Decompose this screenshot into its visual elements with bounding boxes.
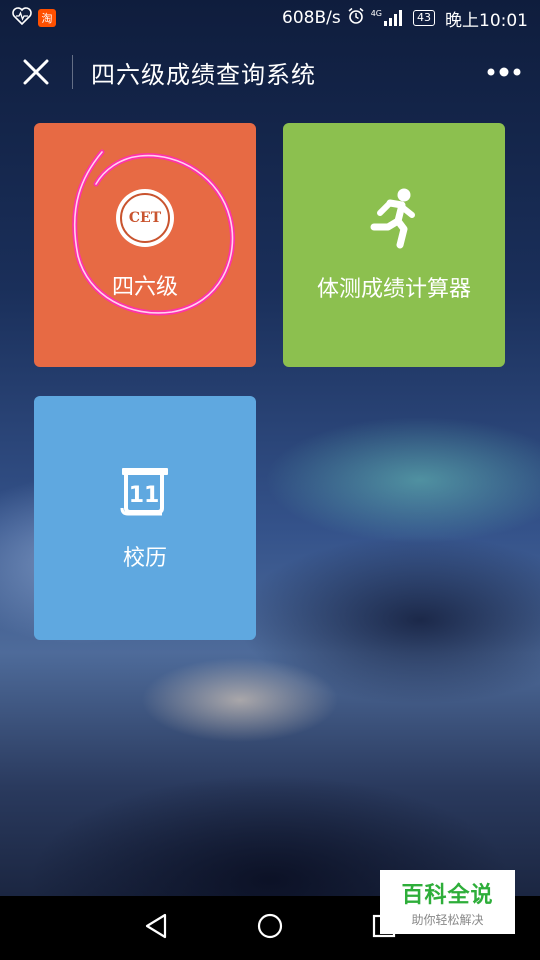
tile-fitness-calculator[interactable]: 体测成绩计算器: [283, 123, 505, 367]
more-button[interactable]: [468, 36, 540, 108]
status-bar: 淘 608B/s 4G 43 晚上10:01: [0, 0, 540, 36]
more-dots-icon: [487, 67, 521, 77]
nav-divider: [72, 55, 73, 89]
taobao-app-icon: 淘: [38, 9, 56, 27]
close-button[interactable]: [0, 36, 72, 108]
watermark-title: 百科全说: [401, 882, 494, 908]
running-person-icon: [370, 188, 415, 249]
page-title: 四六级成绩查询系统: [91, 60, 316, 89]
tile-fitness-calculator-label: 体测成绩计算器: [316, 277, 471, 302]
back-triangle-icon: [146, 913, 167, 939]
signal-4g-icon: 4G: [371, 10, 403, 26]
back-button[interactable]: [144, 913, 168, 943]
cet-logo-icon: CET: [116, 189, 174, 247]
health-heart-icon: [12, 6, 32, 30]
watermark-subtitle: 助你轻松解决: [411, 912, 484, 927]
tile-cet-label: 四六级: [111, 275, 178, 300]
navbar: 四六级成绩查询系统: [0, 36, 540, 108]
close-icon: [23, 59, 49, 85]
tile-school-calendar[interactable]: 11 校历: [34, 396, 256, 640]
tile-cet[interactable]: CET 四六级: [34, 123, 256, 367]
alarm-icon: [347, 7, 365, 30]
watermark: 百科全说 助你轻松解决: [380, 870, 515, 934]
svg-text:11: 11: [129, 483, 160, 508]
calendar-icon: 11: [120, 468, 168, 516]
clock: 晚上10:01: [445, 10, 528, 31]
battery-indicator: 43: [413, 10, 435, 26]
tile-school-calendar-label: 校历: [122, 546, 167, 571]
home-circle-icon: [257, 913, 283, 939]
network-speed: 608B/s: [282, 8, 341, 28]
home-button[interactable]: [257, 913, 283, 943]
